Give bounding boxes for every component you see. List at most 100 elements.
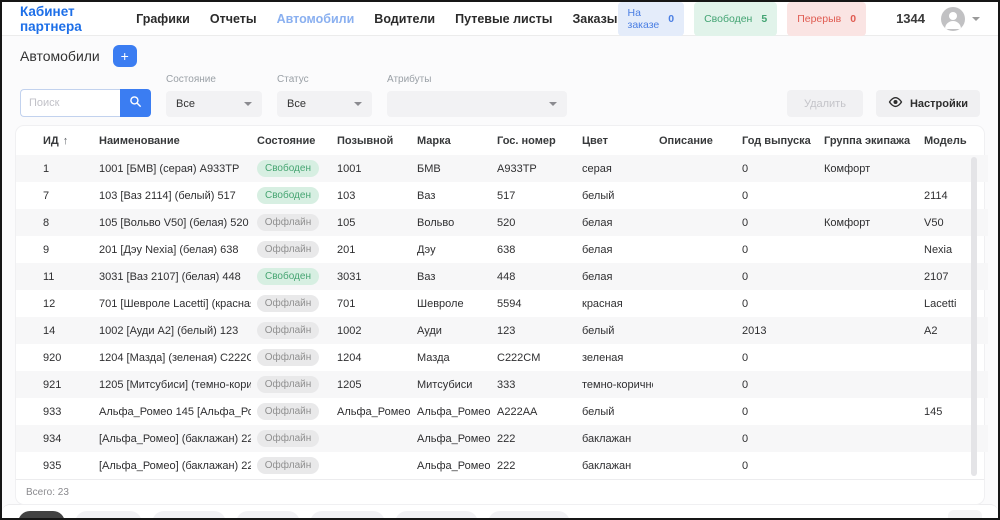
column-header[interactable]: Год выпуска xyxy=(736,126,818,155)
cell-callsign: 3031 xyxy=(331,263,411,290)
filter-label: Атрибуты xyxy=(387,74,567,85)
cell-crew-group xyxy=(818,398,918,425)
cell-year: 0 xyxy=(736,371,818,398)
cell-state: Оффлайн xyxy=(251,398,331,425)
nav-item[interactable]: Заказы xyxy=(572,12,617,26)
table-row[interactable]: 935 [Альфа_Ромео] (баклажан) 222 Оффлайн… xyxy=(16,452,988,479)
column-header[interactable]: Наименование xyxy=(93,126,251,155)
cell-brand: Митсубиси xyxy=(411,371,491,398)
table-row[interactable]: 9 201 [Дэу Nexia] (белая) 638 Оффлайн 20… xyxy=(16,236,988,263)
column-header[interactable]: Гос. номер xyxy=(491,126,576,155)
vertical-scrollbar[interactable] xyxy=(971,157,977,476)
search-input[interactable] xyxy=(20,89,120,117)
filter-select[interactable]: Все xyxy=(166,91,262,117)
cell-year: 0 xyxy=(736,155,818,182)
toolbar: Автомобили + Состояние Все Статус Все xyxy=(2,36,998,126)
cell-name: 1002 [Ауди A2] (белый) 123 xyxy=(93,317,251,344)
cell-crew-group xyxy=(818,317,918,344)
state-badge: Оффлайн xyxy=(257,403,319,420)
cell-state: Оффлайн xyxy=(251,236,331,263)
cell-plate: 222 xyxy=(491,452,576,479)
page-title: Автомобили xyxy=(20,48,100,64)
filter-select[interactable] xyxy=(387,91,567,117)
cell-brand: Вольво xyxy=(411,209,491,236)
cell-model: V50 xyxy=(918,209,988,236)
cell-callsign: 1205 xyxy=(331,371,411,398)
cell-name: 701 [Шевроле Lacetti] (красная) 5594 xyxy=(93,290,251,317)
filter-value: Все xyxy=(287,98,306,110)
filter-value: Все xyxy=(176,98,195,110)
table-row[interactable]: 934 [Альфа_Ромео] (баклажан) 222 Оффлайн… xyxy=(16,425,988,452)
brand[interactable]: Кабинет партнера xyxy=(20,4,136,34)
add-vehicle-button[interactable]: + xyxy=(113,45,137,67)
cell-description xyxy=(653,263,736,290)
collapse-button[interactable] xyxy=(948,510,982,520)
filter-select[interactable]: Все xyxy=(277,91,372,117)
column-header[interactable]: Модель xyxy=(918,126,988,155)
cell-name: 1205 [Митсубиси] (темно-коричневый) … xyxy=(93,371,251,398)
crew-group-chip[interactable]: Комфорт xyxy=(152,511,226,520)
cell-plate: 517 xyxy=(491,182,576,209)
status-badge: На заказе 0 xyxy=(618,2,685,36)
settings-button-label: Настройки xyxy=(910,98,968,110)
filter-label: Статус xyxy=(277,74,372,85)
settings-button[interactable]: Настройки xyxy=(876,90,980,117)
cell-name: 103 [Ваз 2114] (белый) 517 xyxy=(93,182,251,209)
search-button[interactable] xyxy=(120,89,151,117)
cell-year: 0 xyxy=(736,344,818,371)
status-badge: Перерыв 0 xyxy=(787,2,866,36)
cell-description xyxy=(653,182,736,209)
nav-item[interactable]: Отчеты xyxy=(210,12,257,26)
nav-item[interactable]: Автомобили xyxy=(277,12,355,26)
delete-button[interactable]: Удалить xyxy=(787,90,863,117)
cell-year: 0 xyxy=(736,425,818,452)
cell-description xyxy=(653,290,736,317)
eye-icon xyxy=(888,96,903,111)
chevron-down-icon xyxy=(354,102,362,106)
column-header[interactable]: ИД↑ xyxy=(16,126,93,155)
state-badge: Оффлайн xyxy=(257,295,319,312)
column-header[interactable]: Позывной xyxy=(331,126,411,155)
table-row[interactable]: 12 701 [Шевроле Lacetti] (красная) 5594 … xyxy=(16,290,988,317)
crew-group-chip[interactable]: Доставка xyxy=(310,511,385,520)
nav-item[interactable]: Путевые листы xyxy=(455,12,552,26)
column-header[interactable]: Описание xyxy=(653,126,736,155)
cell-id: 934 xyxy=(16,425,93,452)
table-row[interactable]: 11 3031 [Ваз 2107] (белая) 448 Свободен … xyxy=(16,263,988,290)
crew-group-chip[interactable]: Эвакуатор xyxy=(488,511,569,520)
chevron-down-icon xyxy=(972,17,980,21)
column-header[interactable]: Состояние xyxy=(251,126,331,155)
cell-callsign: 1204 xyxy=(331,344,411,371)
search-icon xyxy=(129,95,142,111)
table-row[interactable]: 1 1001 [БМВ] (серая) A933TP Свободен 100… xyxy=(16,155,988,182)
table-row[interactable]: 921 1205 [Митсубиси] (темно-коричневый) … xyxy=(16,371,988,398)
cell-color: белый xyxy=(576,182,653,209)
cell-callsign xyxy=(331,452,411,479)
table-row[interactable]: 7 103 [Ваз 2114] (белый) 517 Свободен 10… xyxy=(16,182,988,209)
table-header-row: ИД↑НаименованиеСостояниеПозывнойМаркаГос… xyxy=(16,126,988,155)
table-row[interactable]: 14 1002 [Ауди A2] (белый) 123 Оффлайн 10… xyxy=(16,317,988,344)
table-row[interactable]: 920 1204 [Мазда] (зеленая) C222CM Оффлай… xyxy=(16,344,988,371)
cell-plate: 448 xyxy=(491,263,576,290)
status-badge-count: 0 xyxy=(850,13,856,25)
crew-group-chip[interactable]: Грузотакси xyxy=(395,511,478,520)
chevron-down-icon xyxy=(549,102,557,106)
column-header[interactable]: Марка xyxy=(411,126,491,155)
crew-group-chip[interactable]: Бизнес xyxy=(236,511,300,520)
cell-year: 0 xyxy=(736,182,818,209)
column-header[interactable]: Цвет xyxy=(576,126,653,155)
status-badge-count: 0 xyxy=(668,13,674,25)
crew-group-chip[interactable]: Эконом xyxy=(75,511,142,520)
nav-item[interactable]: Водители xyxy=(374,12,435,26)
cell-model: A2 xyxy=(918,317,988,344)
table-row[interactable]: 933 Альфа_Ромео 145 [Альфа_Ромео 145] (…… xyxy=(16,398,988,425)
nav-item[interactable]: Графики xyxy=(136,12,190,26)
user-menu[interactable] xyxy=(941,7,980,31)
cell-callsign: 1002 xyxy=(331,317,411,344)
cell-model: 2114 xyxy=(918,182,988,209)
table-row[interactable]: 8 105 [Вольво V50] (белая) 520 Оффлайн 1… xyxy=(16,209,988,236)
cell-brand: Ваз xyxy=(411,182,491,209)
cell-id: 11 xyxy=(16,263,93,290)
crew-group-chip[interactable]: Все xyxy=(18,511,65,520)
column-header[interactable]: Группа экипажа xyxy=(818,126,918,155)
